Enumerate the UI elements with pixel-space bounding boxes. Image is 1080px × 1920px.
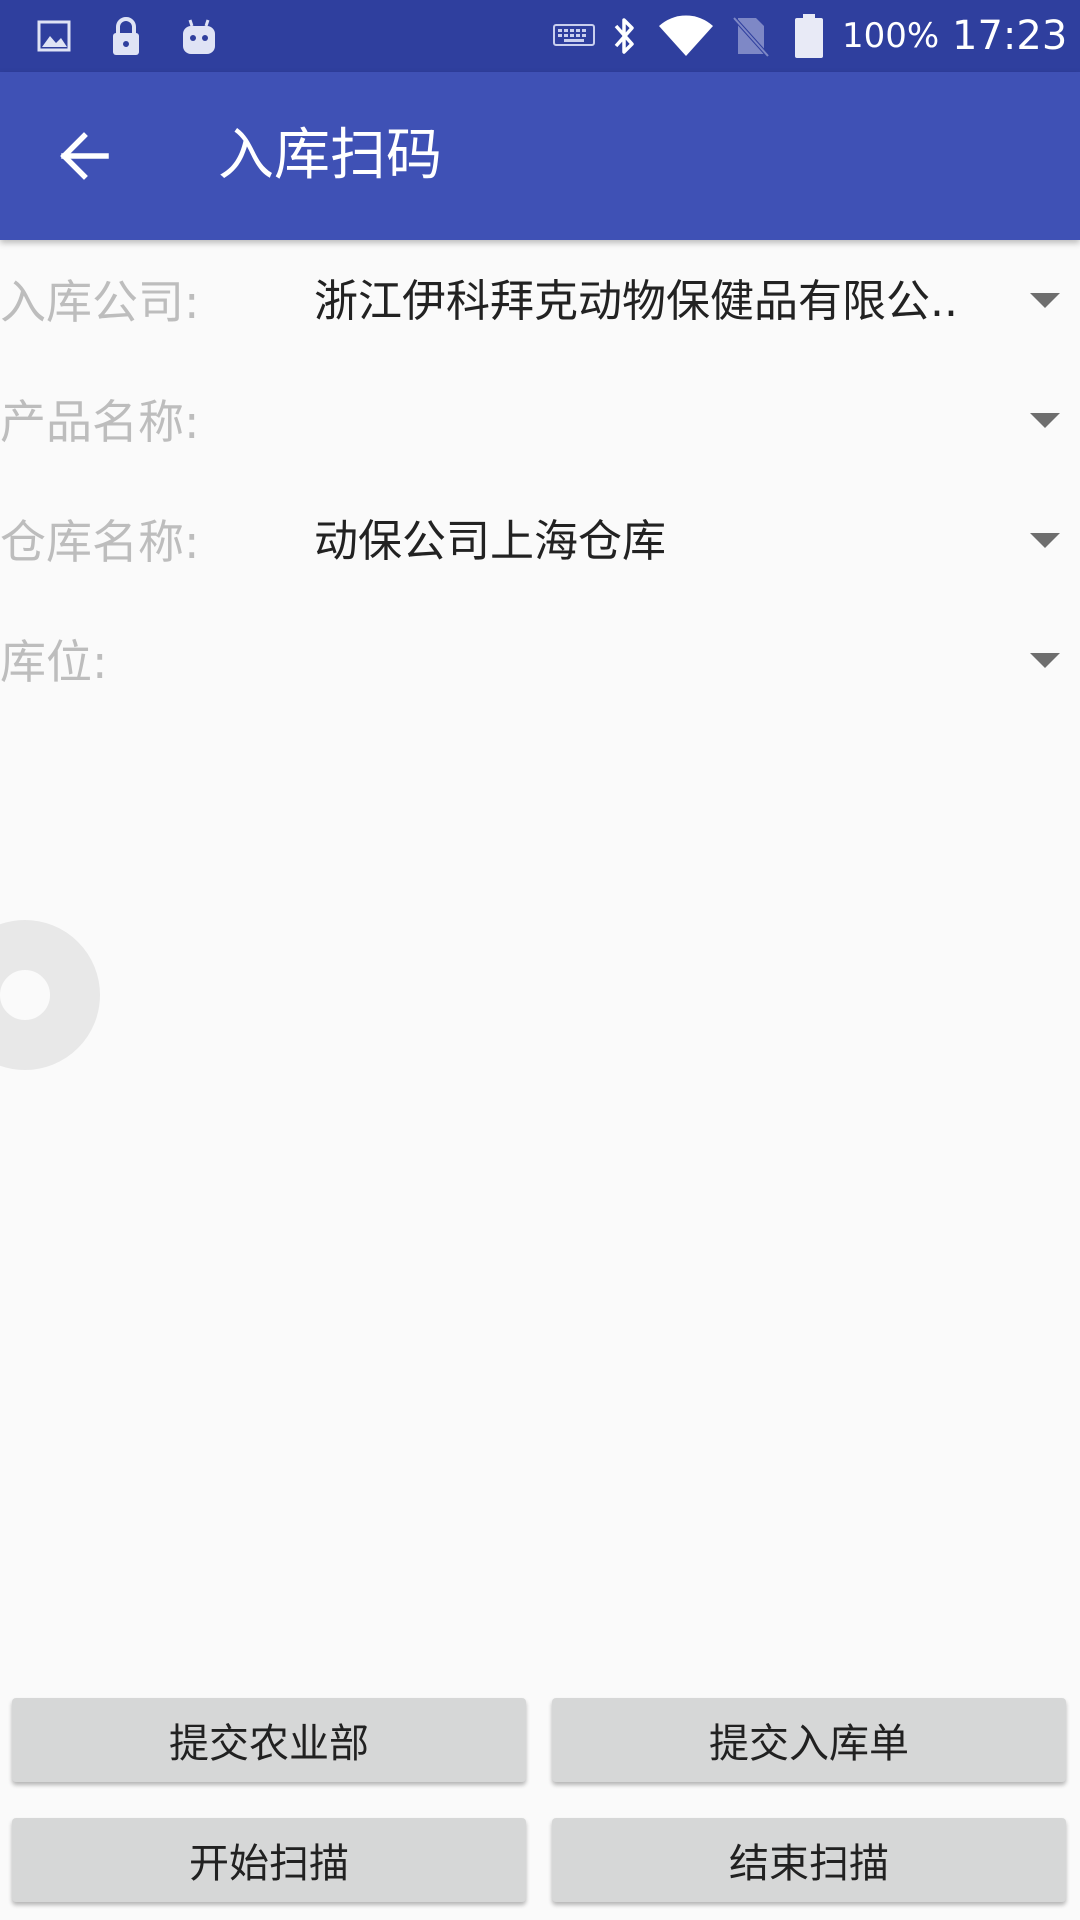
dropdown-arrow-icon [1030,653,1060,668]
end-scan-button[interactable]: 结束扫描 [552,1818,1066,1902]
company-value: 浙江伊科拜克动物保健品有限公.. [314,276,958,327]
warehouse-value: 动保公司上海仓库 [314,516,666,567]
status-bar: 100% 17:23 [0,0,1080,72]
submit-inbound-button[interactable]: 提交入库单 [552,1698,1066,1782]
dropdown-arrow-icon [1030,533,1060,548]
no-sim-icon [728,14,772,58]
location-row: 库位: [0,612,1080,712]
product-row: 产品名称: [0,372,1080,472]
keyboard-icon [552,14,596,58]
start-scan-button[interactable]: 开始扫描 [12,1818,526,1902]
battery-percent: 100% [842,16,940,56]
arrow-back-icon [60,132,109,180]
company-label: 入库公司: [0,275,200,329]
warehouse-label: 仓库名称: [0,515,200,569]
location-spinner[interactable] [290,612,1080,712]
image-icon [34,14,74,58]
back-button[interactable] [44,116,124,196]
warehouse-row: 仓库名称: 动保公司上海仓库 [0,492,1080,592]
page-title: 入库扫码 [218,123,442,188]
product-value [314,372,1014,472]
product-label: 产品名称: [0,395,200,449]
company-row: 入库公司: 浙江伊科拜克动物保健品有限公.. [0,252,1080,352]
battery-icon [794,14,824,58]
lock-icon [106,14,146,58]
warehouse-spinner[interactable]: 动保公司上海仓库 [290,492,1080,592]
app-bar: 入库扫码 [0,72,1080,240]
wifi-icon [656,14,716,58]
clock: 17:23 [952,13,1068,59]
dropdown-arrow-icon [1030,413,1060,428]
dropdown-arrow-icon [1030,293,1060,308]
product-spinner[interactable] [290,372,1080,472]
loading-spinner-icon [0,920,100,1070]
submit-agriculture-button[interactable]: 提交农业部 [12,1698,526,1782]
location-value [314,612,1014,712]
bluetooth-icon [606,14,642,58]
location-label: 库位: [0,635,108,689]
company-spinner[interactable]: 浙江伊科拜克动物保健品有限公.. [290,252,1080,352]
android-icon [178,14,220,58]
